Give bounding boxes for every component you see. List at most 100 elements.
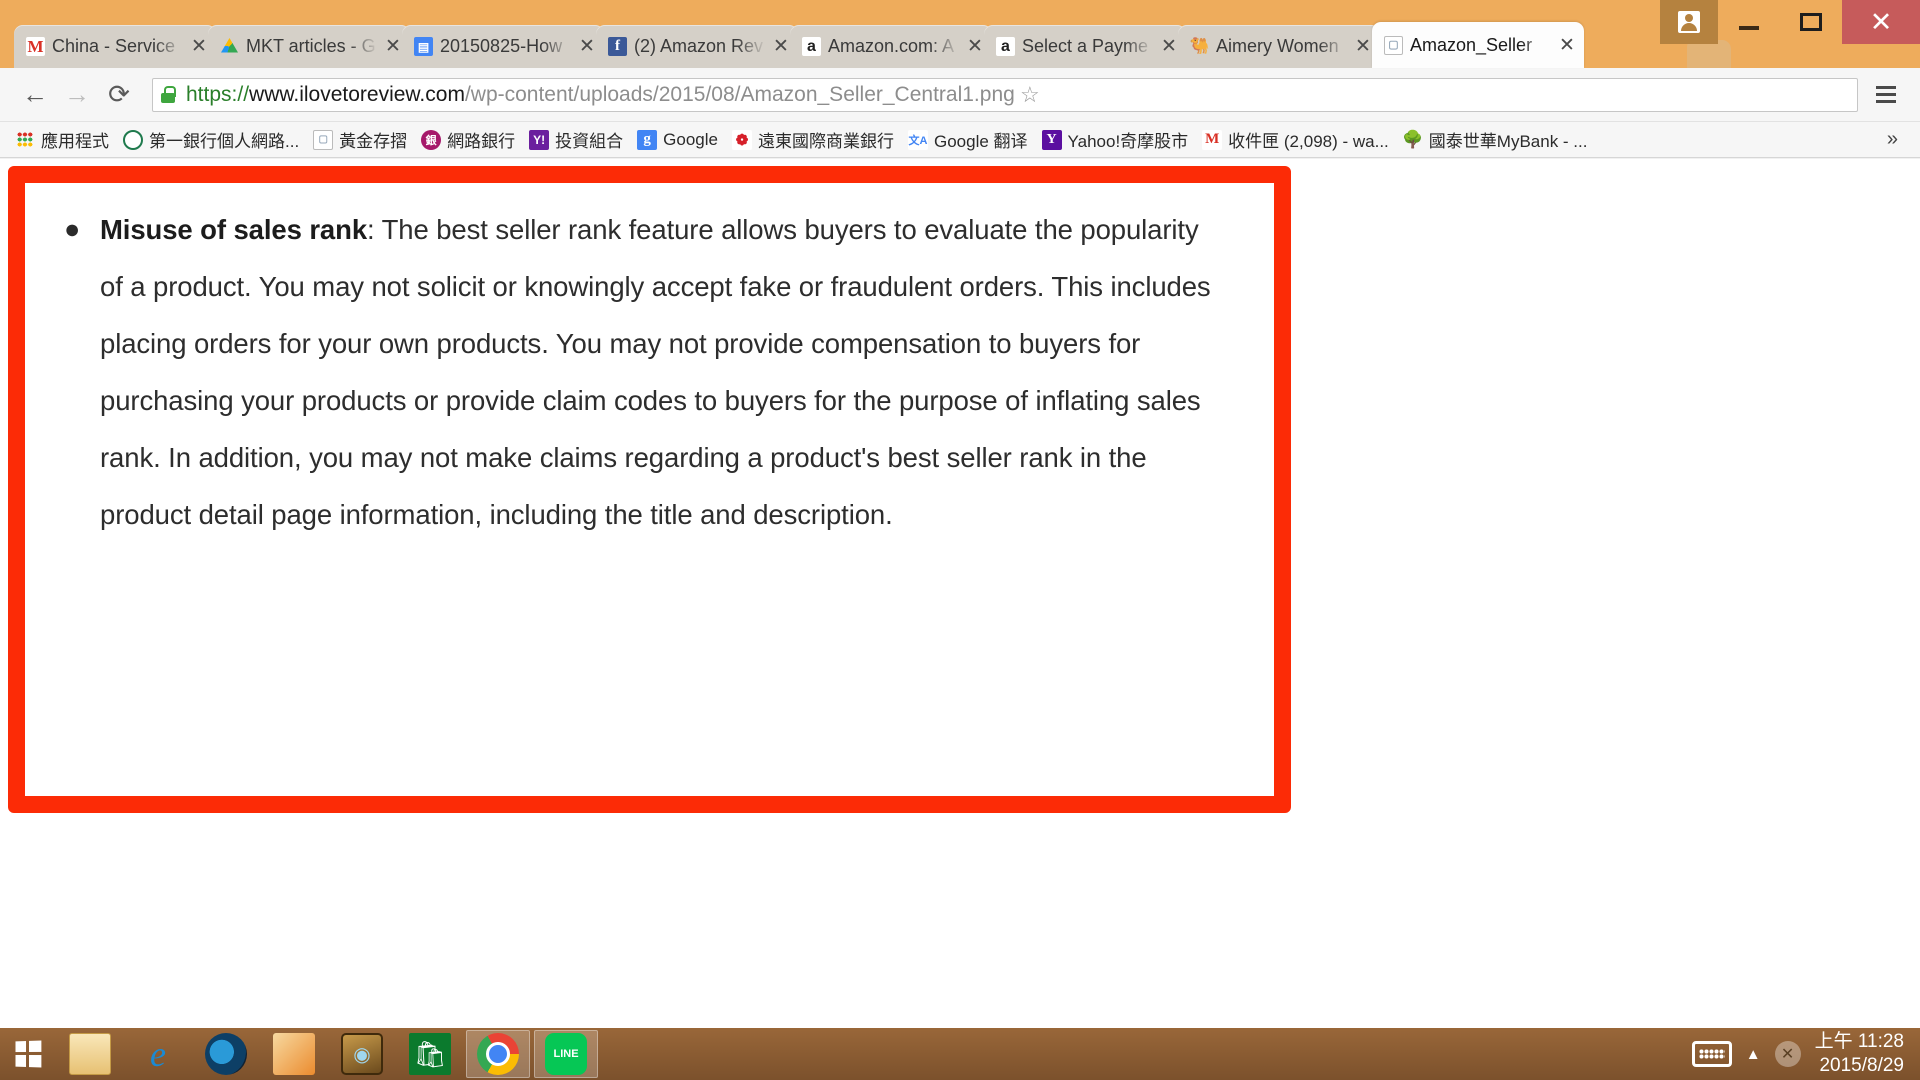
browser-tab-amazon-reviews-fb[interactable]: f (2) Amazon Rev ✕ bbox=[596, 25, 798, 68]
tab-close-icon[interactable]: ✕ bbox=[576, 36, 598, 58]
photo-viewer-icon bbox=[273, 1033, 315, 1075]
bookmark-internet-banking[interactable]: 銀 網路銀行 bbox=[414, 126, 522, 154]
user-avatar-button[interactable] bbox=[1660, 0, 1718, 44]
tab-close-icon[interactable]: ✕ bbox=[770, 36, 792, 58]
google-translate-icon: 文A bbox=[908, 129, 928, 150]
tab-title: MKT articles - G bbox=[246, 36, 376, 56]
forward-button[interactable]: → bbox=[56, 74, 98, 116]
taskbar-chrome[interactable] bbox=[466, 1030, 530, 1078]
google-icon: g bbox=[637, 129, 658, 150]
clock-time: 上午 11:28 bbox=[1814, 1031, 1904, 1053]
tab-close-icon[interactable]: ✕ bbox=[188, 36, 210, 58]
address-bar[interactable]: https://www.ilovetoreview.com/wp-content… bbox=[152, 77, 1858, 112]
taskbar-clock[interactable]: 上午 11:28 2015/8/29 bbox=[1815, 1030, 1910, 1078]
amazon-icon: a bbox=[802, 37, 821, 56]
bookmark-gold-passbook[interactable]: ▢ 黃金存摺 bbox=[306, 126, 414, 154]
tab-title: Amazon.com: A bbox=[828, 36, 955, 56]
document-icon: ▢ bbox=[313, 129, 334, 150]
page-content: ● Misuse of sales rank: The best seller … bbox=[0, 159, 1920, 1028]
first-bank-icon bbox=[123, 129, 143, 150]
bullet-marker: ● bbox=[64, 214, 81, 244]
bookmark-google[interactable]: g Google bbox=[630, 126, 725, 154]
amazon-icon: a bbox=[996, 37, 1015, 56]
tab-strip: M China - Service ✕ MKT articles - G ✕ ▤… bbox=[0, 0, 1920, 68]
line-icon: LINE bbox=[545, 1033, 587, 1075]
taskbar-internet-explorer[interactable]: e bbox=[126, 1030, 190, 1078]
hamburger-line bbox=[1876, 100, 1896, 103]
chrome-menu-button[interactable] bbox=[1866, 78, 1906, 112]
lock-icon bbox=[161, 86, 179, 103]
bookmark-google-translate[interactable]: 文A Google 翻译 bbox=[901, 126, 1035, 154]
reload-button[interactable]: ⟳ bbox=[98, 74, 140, 116]
back-button[interactable]: ← bbox=[14, 74, 56, 116]
highlighted-callout-box: ● Misuse of sales rank: The best seller … bbox=[8, 166, 1291, 813]
taskbar-line[interactable]: LINE bbox=[534, 1030, 598, 1078]
tab-close-icon[interactable]: ✕ bbox=[382, 36, 404, 58]
screen: M China - Service ✕ MKT articles - G ✕ ▤… bbox=[0, 0, 1920, 1080]
browser-tab-china-service[interactable]: M China - Service ✕ bbox=[14, 25, 216, 68]
clock-date: 2015/8/29 bbox=[1819, 1055, 1904, 1076]
maximize-icon bbox=[1800, 13, 1822, 31]
windows-store-icon: 🛍 bbox=[409, 1033, 451, 1075]
browser-tab-amazon-com[interactable]: a Amazon.com: A ✕ bbox=[790, 25, 992, 68]
browser-tab-select-a-payment[interactable]: a Select a Payme ✕ bbox=[984, 25, 1186, 68]
windows-logo-icon bbox=[15, 1040, 42, 1068]
bookmark-star-icon[interactable]: ☆ bbox=[1015, 82, 1045, 108]
bookmark-portfolio[interactable]: Y! 投資組合 bbox=[522, 126, 630, 154]
cathay-tree-icon: 🌳 bbox=[1402, 129, 1424, 149]
browser-tab-mkt-articles[interactable]: MKT articles - G ✕ bbox=[208, 25, 410, 68]
tab-close-icon[interactable]: ✕ bbox=[1352, 36, 1374, 58]
tray-close-icon[interactable]: ✕ bbox=[1774, 1041, 1801, 1067]
taskbar-hearthstone[interactable]: ◉ bbox=[330, 1030, 394, 1078]
taskbar-cyberlink[interactable] bbox=[194, 1030, 258, 1078]
tab-title: (2) Amazon Rev bbox=[634, 36, 764, 56]
policy-body: : The best seller rank feature allows bu… bbox=[100, 214, 1211, 530]
window-controls: ✕ bbox=[1660, 0, 1920, 44]
start-button[interactable] bbox=[0, 1028, 56, 1080]
bookmark-label: Google bbox=[663, 129, 718, 149]
bookmark-label: 網路銀行 bbox=[447, 132, 516, 151]
bookmark-label: 黃金存摺 bbox=[339, 132, 408, 151]
taskbar-windows-store[interactable]: 🛍 bbox=[398, 1030, 462, 1078]
hearthstone-icon: ◉ bbox=[341, 1033, 383, 1075]
tab-close-icon[interactable]: ✕ bbox=[964, 36, 986, 58]
minimize-icon bbox=[1739, 26, 1759, 30]
bookmark-gmail-inbox[interactable]: M 收件匣 (2,098) - wa... bbox=[1195, 126, 1396, 154]
url-host: www.ilovetoreview.com bbox=[249, 82, 465, 106]
new-tab-button[interactable] bbox=[1687, 40, 1731, 68]
bookmark-label: 應用程式 bbox=[41, 132, 109, 151]
bookmark-label: 投資組合 bbox=[555, 132, 624, 151]
camel-icon: 🐫 bbox=[1190, 37, 1209, 55]
system-tray: ▲ ✕ 上午 11:28 2015/8/29 bbox=[1691, 1030, 1920, 1078]
bookmark-label: 收件匣 (2,098) - wa... bbox=[1228, 132, 1389, 151]
bookmark-first-bank[interactable]: 第一銀行個人網路... bbox=[116, 126, 306, 154]
url-scheme: https:// bbox=[186, 82, 250, 106]
tab-close-icon[interactable]: ✕ bbox=[1158, 36, 1180, 58]
bookmark-far-eastern-bank[interactable]: ❁ 遠東國際商業銀行 bbox=[725, 126, 901, 154]
taskbar-file-explorer[interactable] bbox=[58, 1030, 122, 1078]
browser-tab-aimery-women[interactable]: 🐫 Aimery Women ✕ bbox=[1178, 25, 1380, 68]
bookmark-label: Yahoo!奇摩股市 bbox=[1067, 132, 1189, 151]
bookmark-cathay-mybank[interactable]: 🌳 國泰世華MyBank - ... bbox=[1396, 126, 1595, 154]
bookmark-yahoo-stock[interactable]: Y Yahoo!奇摩股市 bbox=[1035, 126, 1196, 154]
tab-close-icon[interactable]: ✕ bbox=[1556, 34, 1578, 56]
windows-taskbar: e ◉ 🛍 LINE ▲ ✕ 上午 11:28 2015/8/29 bbox=[0, 1028, 1920, 1080]
bookmark-label: 國泰世華MyBank - ... bbox=[1428, 132, 1588, 151]
maximize-button[interactable] bbox=[1780, 0, 1842, 44]
bookmarks-bar: 應用程式 第一銀行個人網路... ▢ 黃金存摺 銀 網路銀行 Y! 投資組合 g… bbox=[0, 122, 1920, 158]
tab-title: Select a Payme bbox=[1022, 36, 1149, 56]
hamburger-line bbox=[1876, 93, 1896, 96]
google-docs-icon: ▤ bbox=[414, 37, 433, 56]
bookmarks-overflow-button[interactable]: » bbox=[1873, 128, 1912, 151]
show-hidden-icons-button[interactable]: ▲ bbox=[1746, 1046, 1761, 1063]
taskbar-photo-viewer[interactable] bbox=[262, 1030, 326, 1078]
url-path: /wp-content/uploads/2015/08/Amazon_Selle… bbox=[464, 82, 1015, 106]
keyboard-icon[interactable] bbox=[1691, 1041, 1732, 1067]
browser-tab-amazon-seller-active[interactable]: ▢ Amazon_Seller ✕ bbox=[1372, 22, 1584, 68]
close-button[interactable]: ✕ bbox=[1842, 0, 1920, 44]
bookmark-apps[interactable]: 應用程式 bbox=[8, 126, 116, 154]
policy-text: Misuse of sales rank: The best seller ra… bbox=[100, 201, 1213, 543]
browser-tab-20150825[interactable]: ▤ 20150825-How ✕ bbox=[402, 25, 604, 68]
minimize-button[interactable] bbox=[1718, 0, 1780, 44]
policy-heading: Misuse of sales rank bbox=[100, 214, 368, 245]
